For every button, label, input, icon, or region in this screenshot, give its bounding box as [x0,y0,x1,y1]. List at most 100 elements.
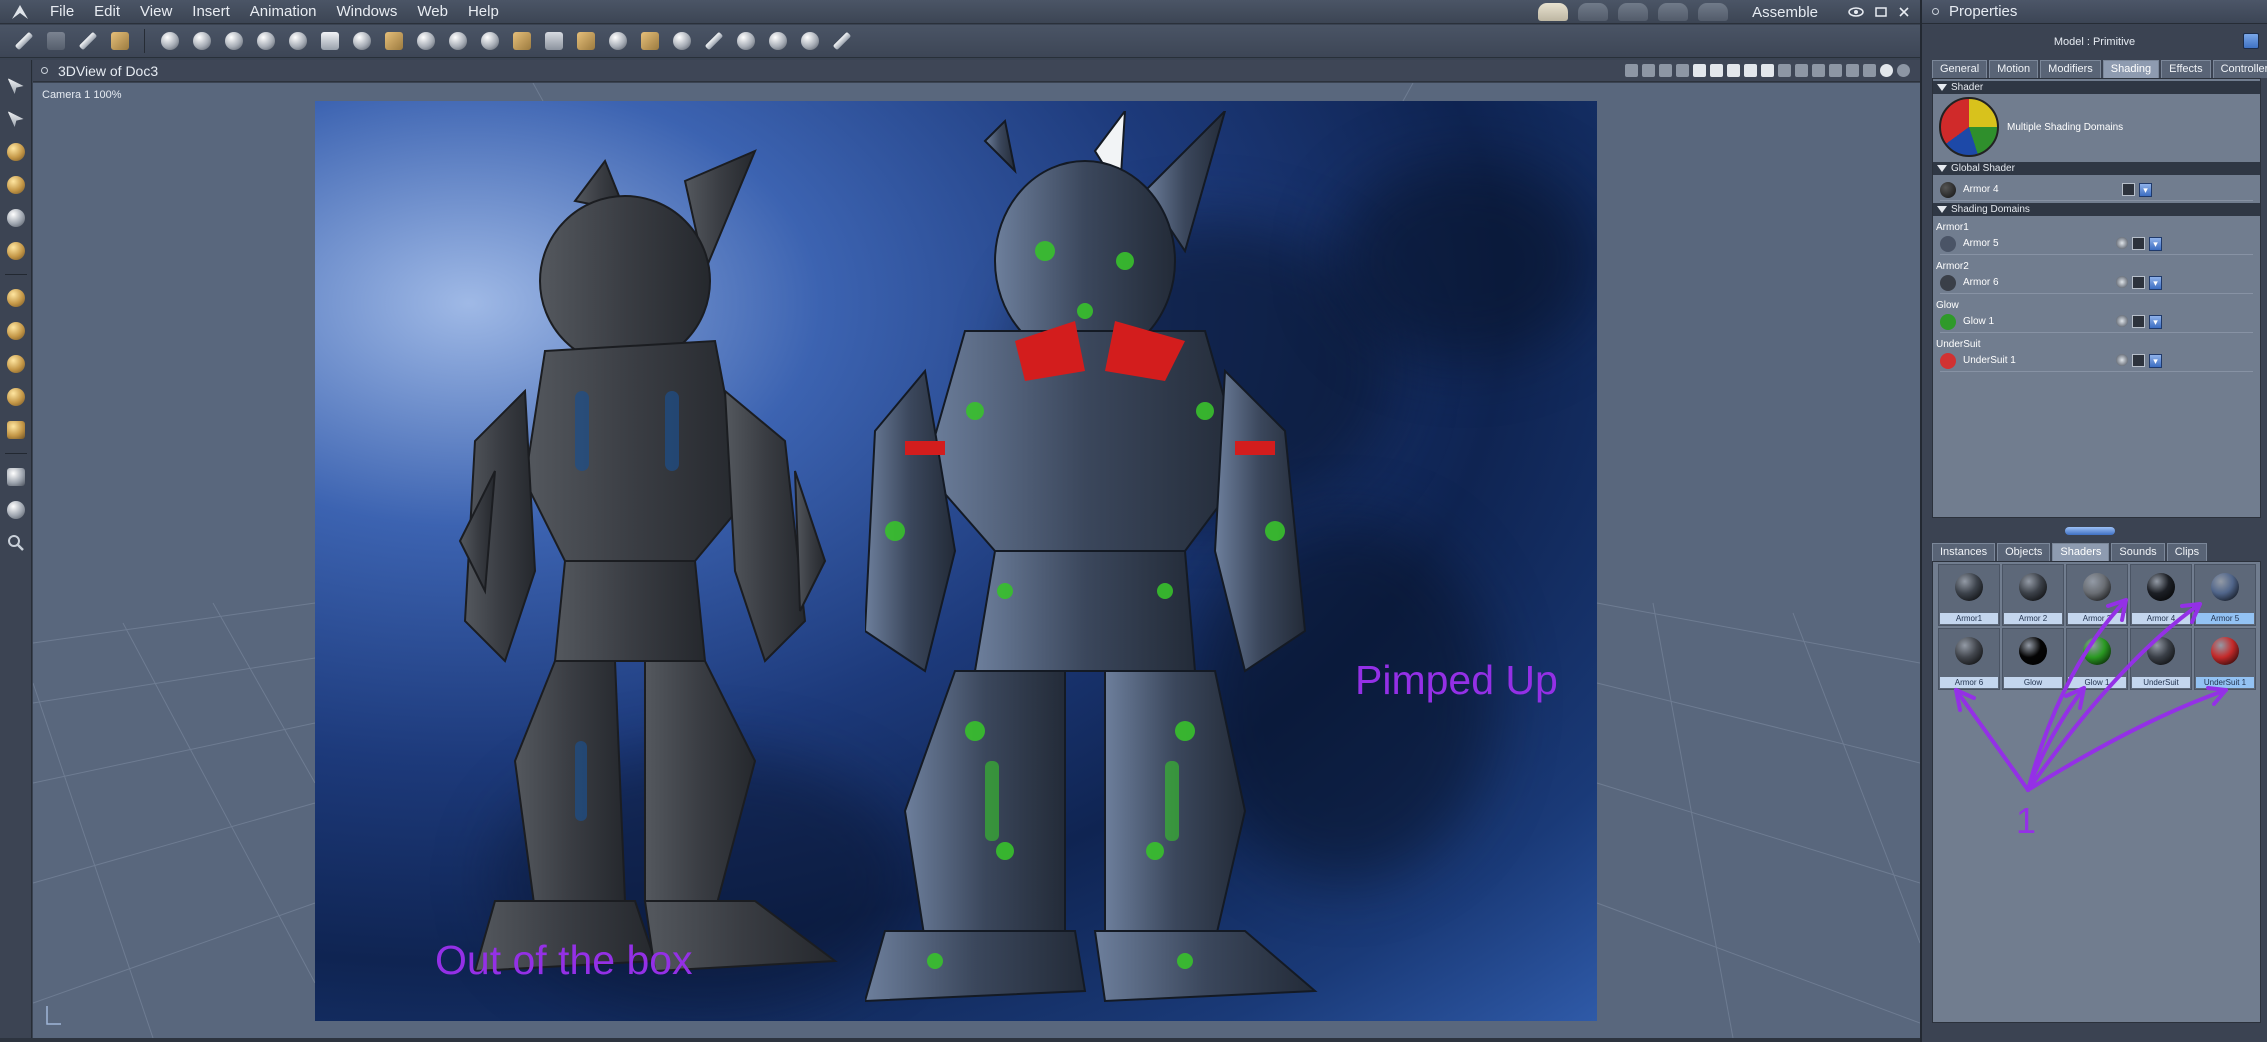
orbit-icon[interactable] [4,173,28,197]
edit-shader-icon[interactable] [2116,275,2128,288]
render-icon[interactable] [1812,64,1825,77]
translate-xz-icon[interactable] [4,352,28,376]
tab-modifiers[interactable]: Modifiers [2040,60,2101,78]
shader-pick-icon[interactable] [2132,275,2145,289]
tab-general[interactable]: General [1932,60,1988,78]
box-icon[interactable] [4,418,28,442]
render-icon[interactable] [1778,64,1791,77]
close-icon[interactable] [1898,6,1910,18]
pencil-icon[interactable] [10,28,37,55]
geosphere-icon[interactable] [220,28,247,55]
select-arrow-icon[interactable] [4,74,28,98]
pen-icon[interactable] [700,28,727,55]
workspace-hand-icon[interactable] [1578,3,1609,21]
tab-objects[interactable]: Objects [1997,543,2051,561]
global-shader-swatch[interactable] [1940,181,1956,198]
shader-pick-icon[interactable] [2122,182,2135,196]
shader-thumbnail[interactable]: Armor 3 [2066,564,2128,626]
camera-icon[interactable] [4,465,28,489]
dropdown-icon[interactable]: ▾ [2139,182,2152,197]
dropdown-icon[interactable]: ▾ [2149,275,2162,290]
shader-thumbnail[interactable]: Armor1 [1938,564,2000,626]
plane-icon[interactable] [380,28,407,55]
menu-edit[interactable]: Edit [84,3,130,20]
eye-icon[interactable] [1848,6,1864,18]
ago-icon[interactable] [540,28,567,55]
shader-thumbnail[interactable]: Armor 2 [2002,564,2064,626]
paint-icon[interactable] [4,239,28,263]
shader-section-header[interactable]: Shader [1933,81,2260,94]
menu-help[interactable]: Help [458,3,509,20]
shader-thumbnail[interactable]: Armor 6 [1938,628,2000,690]
layout-quad-icon[interactable] [1727,64,1740,77]
workspace-pen-icon[interactable] [1698,3,1729,21]
tab-shading[interactable]: Shading [2102,60,2160,78]
rotate-sphere-icon[interactable] [4,385,28,409]
shader-thumbnail[interactable]: UnderSuit [2130,628,2192,690]
tab-shaders[interactable]: Shaders [2052,543,2110,561]
view-mode-icon[interactable] [1625,64,1638,77]
shader-thumbnail[interactable]: Glow [2002,628,2064,690]
shader-pick-icon[interactable] [2132,236,2145,250]
zoom-icon[interactable] [4,531,28,555]
rotate-icon[interactable] [4,140,28,164]
workspace-hand-icon[interactable] [1538,3,1569,21]
app-logo-icon[interactable] [0,0,40,24]
maximize-icon[interactable] [1874,6,1888,18]
glove-icon[interactable] [476,28,503,55]
shader-pick-icon[interactable] [2132,353,2145,367]
layout-single-icon[interactable] [1693,64,1706,77]
brush-icon[interactable] [74,28,101,55]
translate-xy-icon[interactable] [4,319,28,343]
translate-xyz-icon[interactable] [4,286,28,310]
lock-icon[interactable] [1676,64,1689,77]
cylinder-icon[interactable] [604,28,631,55]
wrench-icon[interactable] [828,28,855,55]
viewport-menu-icon[interactable] [41,67,48,74]
gear-icon[interactable] [348,28,375,55]
menu-web[interactable]: Web [407,3,458,20]
view-mode-icon[interactable] [1659,64,1672,77]
multi-shader-preview[interactable] [1939,97,1999,157]
spider-icon[interactable] [732,28,759,55]
shader-thumbnail[interactable]: Armor 5 [2194,564,2256,626]
text-icon[interactable] [316,28,343,55]
move-arrow-icon[interactable] [4,107,28,131]
cube-icon[interactable] [1863,64,1876,77]
panel-splitter[interactable] [2065,527,2115,535]
menu-windows[interactable]: Windows [327,3,408,20]
tab-instances[interactable]: Instances [1932,543,1996,561]
layout-grid-icon[interactable] [1744,64,1757,77]
material-icon[interactable] [106,28,133,55]
render-icon[interactable] [1795,64,1808,77]
network-icon[interactable] [764,28,791,55]
hand-point-icon[interactable] [668,28,695,55]
shader-pick-icon[interactable] [2132,314,2145,328]
scale-icon[interactable] [4,206,28,230]
hand-icon[interactable] [42,28,69,55]
pin-icon[interactable] [412,28,439,55]
layout-wide-icon[interactable] [1761,64,1774,77]
dropdown-icon[interactable]: ▾ [2149,353,2162,368]
menu-insert[interactable]: Insert [182,3,240,20]
shader-thumbnail[interactable]: Glow 1 [2066,628,2128,690]
shading-domains-section-header[interactable]: Shading Domains [1933,203,2260,216]
torus-icon[interactable] [284,28,311,55]
hand-open-icon[interactable] [636,28,663,55]
lathe-icon[interactable] [444,28,471,55]
domain-shader-swatch[interactable] [1940,235,1956,252]
tab-motion[interactable]: Motion [1989,60,2039,78]
global-shader-section-header[interactable]: Global Shader [1933,162,2260,175]
shading-icon[interactable] [1846,64,1859,77]
sphere-shaded-icon[interactable] [1897,64,1910,77]
edit-shader-icon[interactable] [2116,353,2128,366]
sphere-icon[interactable] [156,28,183,55]
joint-icon[interactable] [252,28,279,55]
tab-effects[interactable]: Effects [2161,60,2211,78]
shader-thumbnail[interactable]: UnderSuit 1 [2194,628,2256,690]
target-icon[interactable] [796,28,823,55]
bone-icon[interactable] [188,28,215,55]
house-icon[interactable] [572,28,599,55]
workspace-label[interactable]: Assemble [1752,4,1818,21]
panel-menu-icon[interactable] [1932,8,1939,15]
